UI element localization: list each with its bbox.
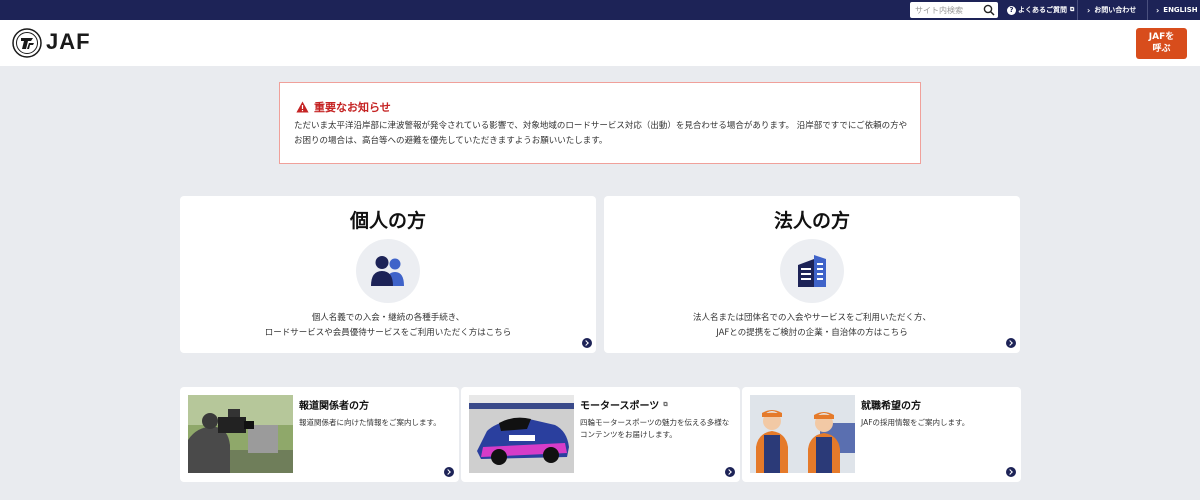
arrow-right-icon[interactable] [444,467,454,477]
search-icon[interactable] [983,4,995,16]
site-search[interactable] [910,2,998,18]
individual-desc: 個人名義での入会・継続の各種手続き、 ロードサービスや会員優待サービスをご利用い… [180,311,596,341]
external-link-icon: ⧉ [663,400,668,408]
contact-label: お問い合わせ [1094,6,1137,14]
motorsports-desc: 四輪モータースポーツの魅力を伝える多様なコンテンツをお届けします。 [580,418,730,439]
careers-desc: JAFの採用情報をご案内します。 [861,418,970,427]
building-icon-circle [780,239,844,303]
faq-label: よくあるご質問 [1018,6,1067,14]
jaf-logo[interactable]: JAF [46,29,91,55]
corporate-title: 法人の方 [773,210,850,232]
careers-title: 就職希望の方 [861,397,921,412]
corporate-card[interactable]: 法人の方 法人名または団体名での入会やサービスをご利用いただく方、 JAFとの提… [604,196,1020,353]
motorsports-title: モータースポーツ ⧉ [580,397,668,413]
arrow-right-icon[interactable] [1006,467,1016,477]
arrow-right-icon[interactable] [582,338,592,348]
press-thumbnail [188,395,293,473]
call-label-line1: JAFを [1148,32,1175,42]
notice-title: 重要なお知らせ [296,99,391,115]
search-input[interactable] [910,3,980,17]
press-title-text: 報道関係者の方 [299,401,369,412]
jaf-emblem-icon[interactable] [12,28,42,58]
site-header [0,20,1200,66]
individual-desc-line1: 個人名義での入会・継続の各種手続き、 [311,313,465,323]
warning-icon [296,101,309,113]
careers-thumbnail [750,395,855,473]
divider [1077,0,1078,20]
people-icon [371,256,404,286]
individual-card[interactable]: 個人の方 個人名義での入会・継続の各種手続き、 ロードサービスや会員優待サービス… [180,196,596,353]
arrow-right-icon[interactable] [725,467,735,477]
english-link[interactable]: › ENGLISH [1156,0,1198,20]
motorsports-card[interactable]: モータースポーツ ⧉ 四輪モータースポーツの魅力を伝える多様なコンテンツをお届け… [461,387,740,482]
contact-link[interactable]: › お問い合わせ [1087,0,1136,20]
english-label: ENGLISH [1163,6,1198,14]
faq-link[interactable]: ? よくあるご質問 ⧉ [1007,0,1074,20]
arrow-right-icon[interactable] [1006,338,1016,348]
careers-title-text: 就職希望の方 [861,401,921,412]
individual-title: 個人の方 [349,210,426,232]
people-icon-circle [356,239,420,303]
notice-title-text: 重要なお知らせ [314,101,391,114]
corporate-desc-line2: JAFとの提携をご検討の企業・自治体の方はこちら [716,328,908,338]
divider [1147,0,1148,20]
notice-body: ただいま太平洋沿岸部に津波警報が発令されている影響で、対象地域のロードサービス対… [294,121,908,146]
call-label-line2: 呼ぶ [1152,44,1171,54]
motorsports-title-text: モータースポーツ [580,401,660,412]
press-title: 報道関係者の方 [299,397,369,412]
important-notice: 重要なお知らせ ただいま太平洋沿岸部に津波警報が発令されている影響で、対象地域の… [279,82,921,164]
chevron-right-icon: › [1087,5,1091,15]
call-jaf-button[interactable]: JAFを 呼ぶ [1136,28,1187,59]
corporate-desc-line1: 法人名または団体名での入会やサービスをご利用いただく方、 [692,313,931,323]
building-icon [798,255,826,287]
corporate-desc: 法人名または団体名での入会やサービスをご利用いただく方、 JAFとの提携をご検討… [604,311,1020,341]
motorsports-thumbnail [469,395,574,473]
careers-card[interactable]: 就職希望の方 JAFの採用情報をご案内します。 [742,387,1021,482]
utility-bar: ? よくあるご質問 ⧉ › お問い合わせ › ENGLISH [0,0,1200,20]
external-link-icon: ⧉ [1070,6,1075,13]
press-card[interactable]: 報道関係者の方 報道関係者に向けた情報をご案内します。 [180,387,459,482]
question-icon: ? [1007,5,1016,15]
individual-desc-line2: ロードサービスや会員優待サービスをご利用いただく方はこちら [264,328,512,338]
chevron-right-icon: › [1156,5,1160,15]
press-desc: 報道関係者に向けた情報をご案内します。 [299,418,441,427]
